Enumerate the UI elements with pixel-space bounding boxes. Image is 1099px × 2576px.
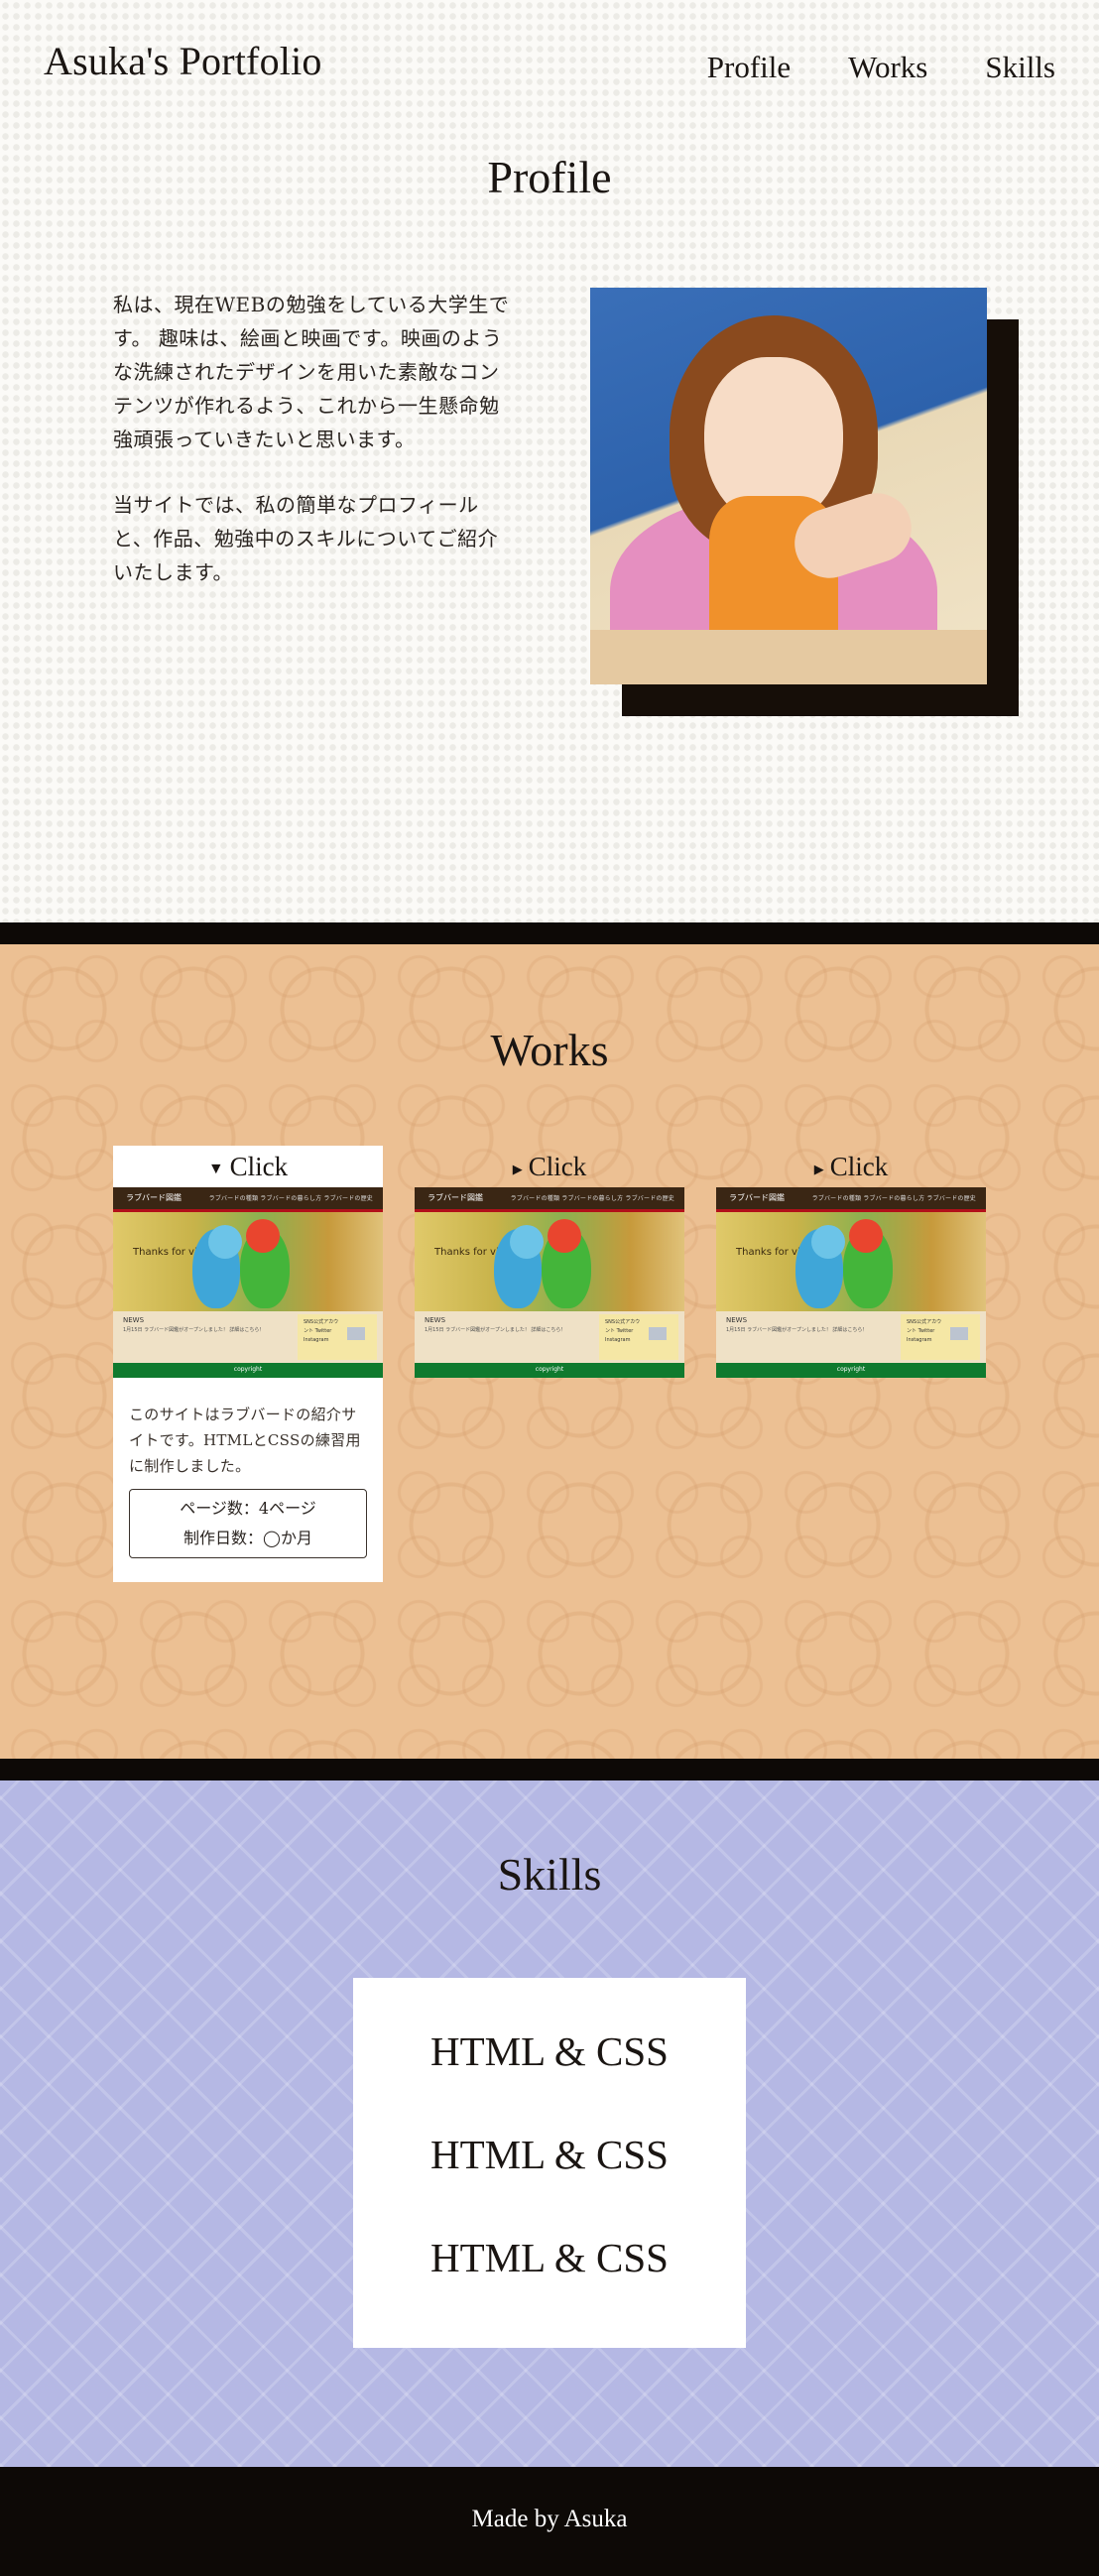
works-heading: Works: [490, 1025, 609, 1075]
works-section: Works ▼ Click ラブバード図鑑 ラブバードの種類 ラブバードの暮らし方…: [0, 922, 1099, 1780]
work-card-toggle[interactable]: ▼ Click: [113, 1146, 383, 1187]
work-thumbnail[interactable]: ラブバード図鑑 ラブバードの種類 ラブバードの暮らし方 ラブバードの歴史 Tha…: [415, 1187, 684, 1378]
profile-text: 私は、現在WEBの勉強をしている大学生です。 趣味は、絵画と映画です。映画のよう…: [113, 288, 510, 621]
skills-heading: Skills: [497, 1849, 602, 1900]
nav-link-profile[interactable]: Profile: [707, 50, 791, 85]
skills-section: Skills HTML & CSS HTML & CSS HTML & CSS: [0, 1780, 1099, 2467]
profile-paragraph: 当サイトでは、私の簡単なプロフィールと、作品、勉強中のスキルについてご紹介いたし…: [113, 493, 499, 584]
footer-credit: Made by Asuka: [471, 2506, 628, 2532]
work-pages: ページ数：4ページ: [180, 1499, 316, 1518]
skill-item: HTML & CSS: [430, 2132, 669, 2177]
profile-illustration: [590, 288, 987, 684]
triangle-right-icon: ▶: [512, 1161, 523, 1176]
work-card-3: ▶ Click ラブバード図鑑 ラブバードの種類 ラブバードの暮らし方 ラブバード…: [716, 1146, 986, 1378]
work-thumbnail[interactable]: ラブバード図鑑 ラブバードの種類 ラブバードの暮らし方 ラブバードの歴史 Tha…: [716, 1187, 986, 1378]
page-footer: Made by Asuka: [0, 2467, 1099, 2576]
main-nav: Profile Works Skills: [707, 50, 1055, 85]
work-card-1: ▼ Click ラブバード図鑑 ラブバードの種類 ラブバードの暮らし方 ラブバード…: [113, 1146, 383, 1582]
triangle-down-icon: ▼: [207, 1160, 224, 1177]
skill-item: HTML & CSS: [430, 2028, 669, 2074]
profile-heading: Profile: [487, 152, 612, 202]
site-title[interactable]: Asuka's Portfolio: [44, 38, 322, 84]
profile-section: Asuka's Portfolio Profile Works Skills P…: [0, 0, 1099, 922]
triangle-right-icon: ▶: [813, 1161, 824, 1176]
work-card-toggle[interactable]: ▶ Click: [415, 1146, 684, 1187]
profile-paragraph: 私は、現在WEBの勉強をしている大学生です。 趣味は、絵画と映画です。映画のよう…: [113, 293, 510, 451]
profile-photo-frame: [590, 288, 1019, 716]
work-duration: 制作日数：◯か月: [183, 1529, 312, 1547]
skill-item: HTML & CSS: [430, 2235, 669, 2280]
nav-link-skills[interactable]: Skills: [985, 50, 1055, 85]
work-card-toggle[interactable]: ▶ Click: [716, 1146, 986, 1187]
work-description: このサイトはラブバードの紹介サイトです。HTMLとCSSの練習用に制作しました。: [129, 1406, 361, 1475]
nav-link-works[interactable]: Works: [848, 50, 927, 85]
work-thumbnail[interactable]: ラブバード図鑑 ラブバードの種類 ラブバードの暮らし方 ラブバードの歴史 Tha…: [113, 1187, 383, 1378]
skills-list: HTML & CSS HTML & CSS HTML & CSS: [353, 1978, 746, 2348]
work-card-2: ▶ Click ラブバード図鑑 ラブバードの種類 ラブバードの暮らし方 ラブバード…: [415, 1146, 684, 1378]
work-info-box: ページ数：4ページ 制作日数：◯か月: [129, 1489, 367, 1558]
